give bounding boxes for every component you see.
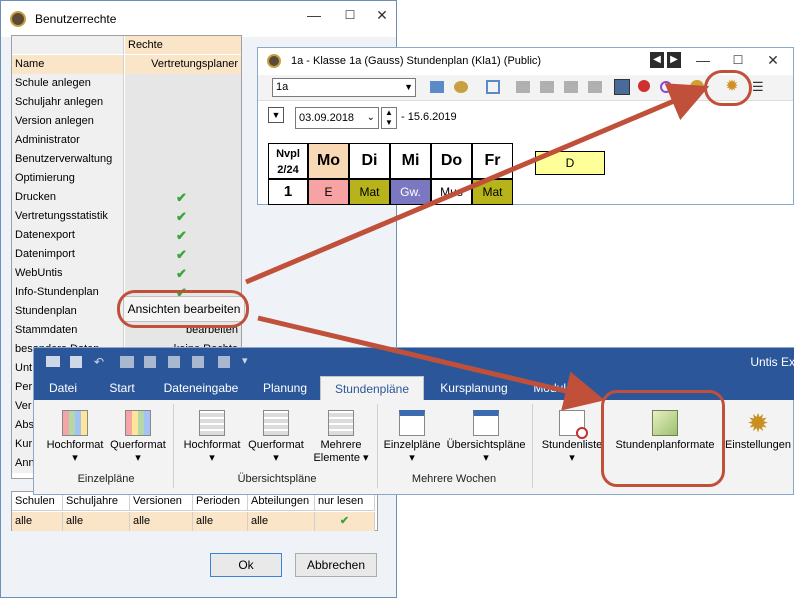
arrow-to-formate: [257, 315, 605, 411]
annotation-arrows: [245, 83, 710, 411]
arrow-to-gear: [245, 83, 710, 285]
